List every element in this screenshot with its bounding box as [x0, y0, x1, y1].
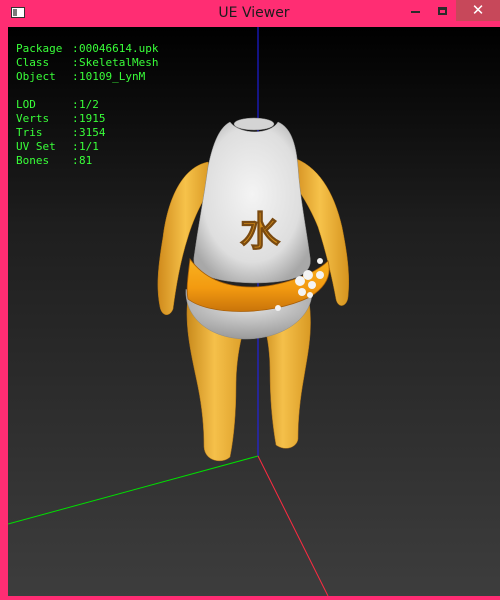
- title-bar[interactable]: UE Viewer ✕: [4, 0, 500, 27]
- tris-label: Tris: [16, 126, 43, 139]
- class-value: SkeletalMesh: [79, 56, 159, 69]
- lod-label: LOD: [16, 98, 36, 111]
- 3d-viewport[interactable]: 水 Package: 00046614.upk Class: SkeletalM…: [8, 27, 500, 596]
- neck: [233, 117, 275, 131]
- x-axis: [257, 455, 329, 596]
- shirt-glyph: 水: [240, 209, 281, 255]
- uvset-value: 1/1: [79, 140, 99, 153]
- minimize-button[interactable]: [403, 0, 427, 21]
- tris-value: 3154: [79, 126, 106, 139]
- verts-value: 1915: [79, 112, 106, 125]
- uvset-label: UV Set: [16, 140, 56, 153]
- close-button[interactable]: ✕: [456, 0, 500, 21]
- shirt: [193, 121, 311, 284]
- class-label: Class: [16, 56, 50, 69]
- package-value: 00046614.upk: [79, 42, 159, 55]
- maximize-icon: [437, 6, 447, 15]
- package-label: Package: [16, 42, 63, 55]
- maximize-button[interactable]: [430, 0, 454, 21]
- close-icon: ✕: [471, 1, 485, 19]
- lod-value: 1/2: [79, 98, 99, 111]
- verts-label: Verts: [16, 112, 50, 125]
- bones-label: Bones: [16, 154, 50, 167]
- object-value: 10109_LynM: [79, 70, 146, 83]
- mesh-info-overlay: Package: 00046614.upk Class: SkeletalMes…: [16, 42, 159, 167]
- bones-value: 81: [79, 154, 93, 167]
- app-window: UE Viewer ✕ 水 Package: 00046614.upk Cla…: [0, 0, 500, 600]
- y-axis: [8, 455, 259, 525]
- minimize-icon: [410, 11, 420, 13]
- object-label: Object: [16, 70, 56, 83]
